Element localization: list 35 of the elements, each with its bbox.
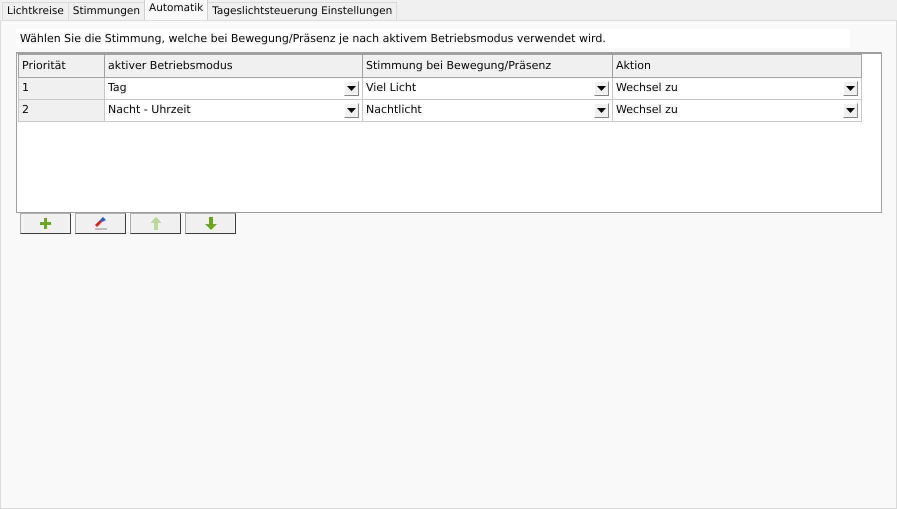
dropdown-button[interactable]	[594, 103, 609, 118]
column-header: aktiver Betriebsmodus	[104, 54, 362, 78]
move-down-button[interactable]	[185, 213, 236, 234]
column-header: Aktion	[612, 54, 862, 78]
table-cell: 2	[18, 100, 104, 122]
column-header: Priorität	[18, 54, 104, 78]
caret-icon	[846, 86, 855, 91]
column-header: Stimmung bei Bewegung/Präsenz	[362, 54, 612, 78]
caret-icon	[846, 108, 855, 113]
dropdown-value: Wechsel zu	[616, 102, 678, 118]
caret-icon	[597, 108, 606, 113]
dropdown-button[interactable]	[843, 81, 858, 96]
caret-icon	[347, 108, 356, 113]
table-cell: 1	[18, 78, 104, 100]
dropdown-button[interactable]	[344, 81, 359, 96]
dropdown-value: Nachtlicht	[366, 102, 422, 118]
dropdown-value: Viel Licht	[366, 80, 416, 96]
eraser-icon	[94, 217, 108, 230]
instruction-text: Wählen Sie die Stimmung, welche bei Bewegung/Präsenz je nach aktivem Betriebsmodus verwendet wird.	[16, 29, 850, 48]
tab[interactable]: Automatik	[144, 0, 208, 20]
caret-icon	[597, 86, 606, 91]
dropdown-value: Nacht - Uhrzeit	[108, 102, 191, 118]
up-arrow-icon	[150, 217, 162, 230]
down-arrow-icon	[204, 217, 216, 230]
tab[interactable]: Tageslichtsteuerung Einstellungen	[207, 2, 398, 20]
dropdown-value: Tag	[108, 80, 127, 96]
caret-icon	[347, 86, 356, 91]
delete-button[interactable]	[75, 213, 126, 234]
tab[interactable]: Lichtkreise	[2, 2, 69, 20]
dropdown-value: Wechsel zu	[616, 80, 678, 96]
dropdown-button[interactable]	[843, 103, 858, 118]
plus-icon	[40, 218, 51, 229]
dropdown-button[interactable]	[594, 81, 609, 96]
add-button[interactable]	[20, 213, 71, 234]
dropdown-button[interactable]	[344, 103, 359, 118]
